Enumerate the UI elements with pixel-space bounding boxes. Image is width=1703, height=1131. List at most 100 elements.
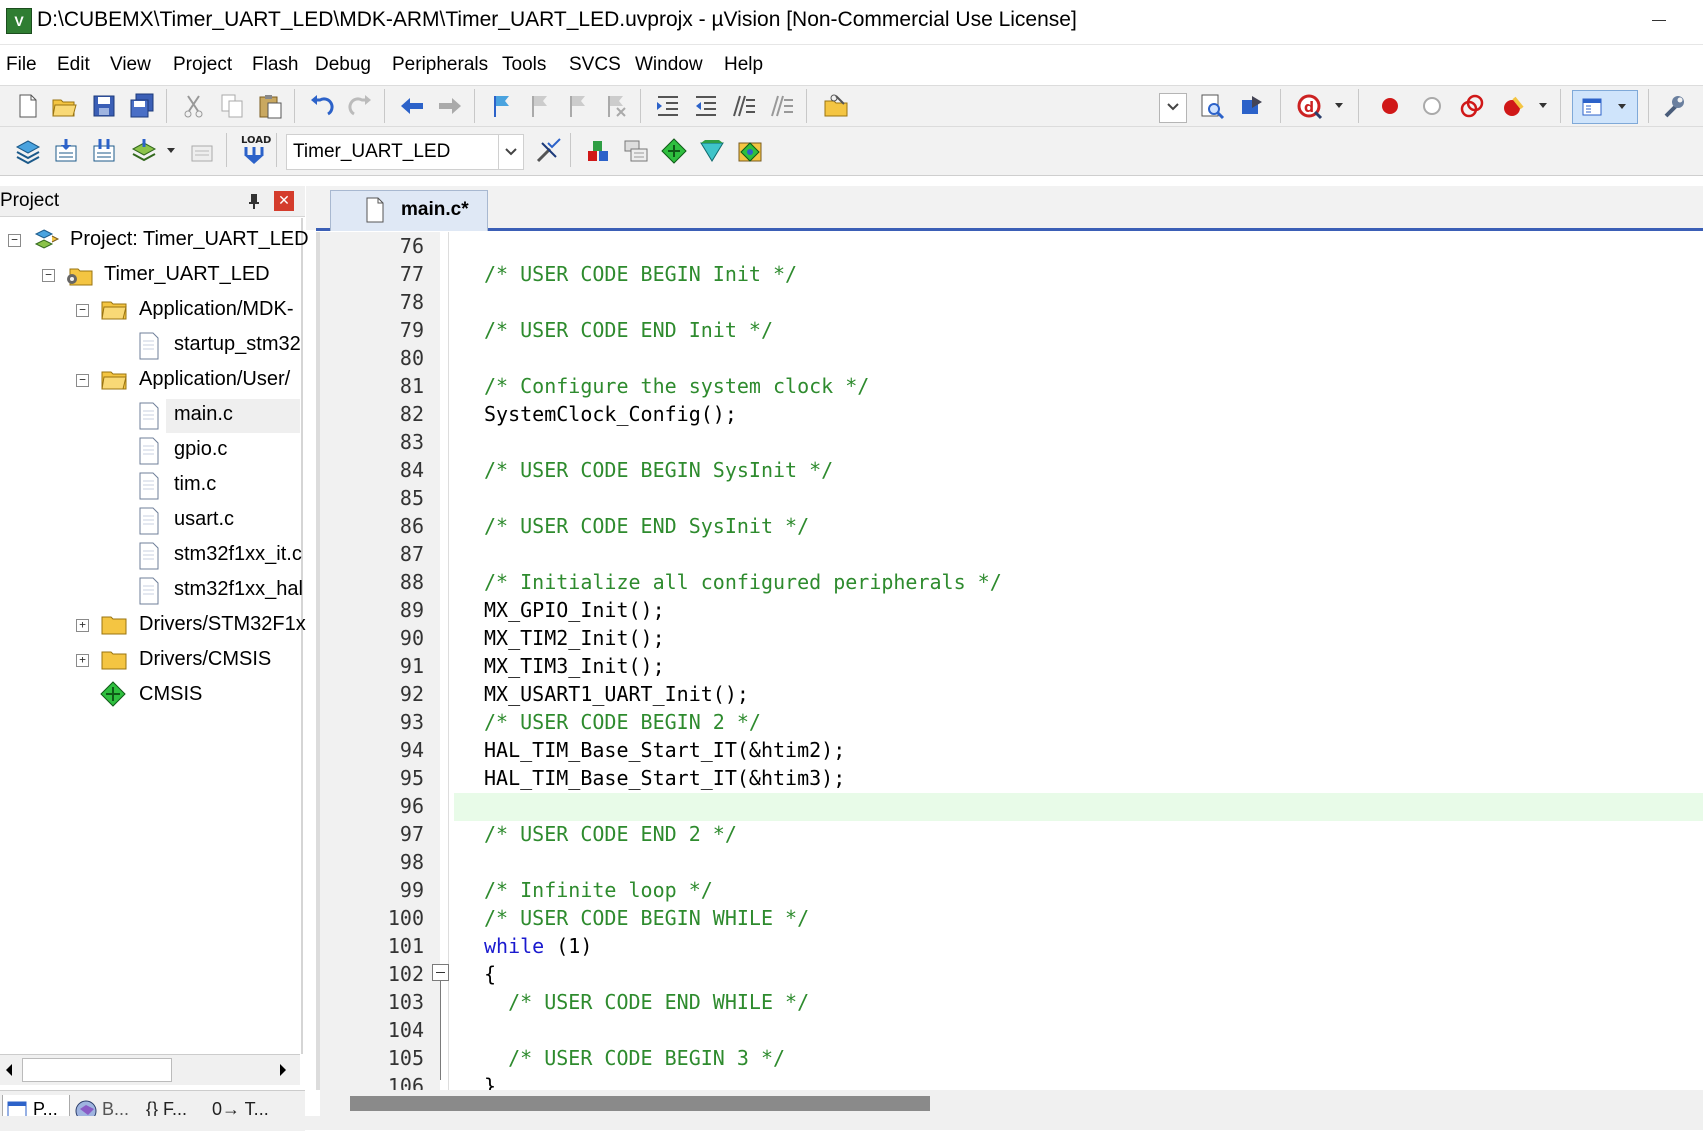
tree-file-startup[interactable]: startup_stm32	[0, 329, 301, 363]
collapse-toggle[interactable]: −	[76, 374, 89, 387]
save-all-icon[interactable]	[128, 92, 156, 120]
menu-window[interactable]: Window	[635, 54, 703, 76]
chevron-down-icon[interactable]	[1334, 102, 1344, 110]
copy-icon[interactable]	[218, 92, 246, 120]
open-file-icon[interactable]	[50, 92, 78, 120]
title-bar: V D:\CUBEMX\Timer_UART_LED\MDK-ARM\Timer…	[0, 0, 1703, 45]
rebuild-icon[interactable]	[90, 137, 118, 165]
scroll-right-arrow-icon[interactable]	[278, 1063, 288, 1077]
code-line: /* USER CODE END WHILE */	[484, 990, 810, 1014]
previous-bookmark-icon[interactable]	[526, 92, 554, 120]
close-pane-button[interactable]: ✕	[274, 191, 294, 211]
redo-icon[interactable]	[346, 92, 374, 120]
expand-toggle[interactable]: +	[76, 654, 89, 667]
clear-bookmarks-icon[interactable]	[602, 92, 630, 120]
unindent-icon[interactable]	[692, 92, 720, 120]
tree-component-cmsis[interactable]: CMSIS	[0, 679, 300, 713]
menu-peripherals[interactable]: Peripherals	[392, 54, 488, 76]
menu-help[interactable]: Help	[724, 54, 763, 76]
kill-all-breakpoints-icon[interactable]	[1500, 92, 1528, 120]
file-icon	[139, 332, 159, 360]
collapse-toggle[interactable]: −	[8, 234, 21, 247]
translate-icon[interactable]	[14, 137, 42, 165]
tree-file-stm32f1xx-it-c[interactable]: stm32f1xx_it.c	[0, 539, 302, 573]
manage-project-items-icon[interactable]	[622, 137, 650, 165]
tab-main-c[interactable]: main.c*	[330, 190, 488, 231]
navigate-back-icon[interactable]	[398, 92, 426, 120]
editor-horizontal-scrollbar[interactable]	[320, 1090, 1703, 1116]
select-target-dropdown[interactable]	[498, 135, 523, 169]
download-button[interactable]: LOAD	[240, 135, 271, 165]
find-in-files-icon[interactable]	[822, 92, 850, 120]
find-icon[interactable]	[1198, 92, 1226, 120]
tree-file-stm32f1xx-hal[interactable]: stm32f1xx_hal	[0, 574, 303, 608]
disable-all-breakpoints-icon[interactable]	[1458, 92, 1486, 120]
folder-icon	[101, 651, 127, 670]
chevron-down-icon[interactable]	[166, 147, 176, 155]
chevron-down-icon[interactable]	[1538, 102, 1548, 110]
paste-icon[interactable]	[256, 92, 284, 120]
tree-group-application-mdk[interactable]: − Application/MDK-	[0, 294, 300, 328]
chevron-down-icon	[505, 148, 517, 156]
line-number: 100	[387, 906, 424, 930]
menu-project[interactable]: Project	[173, 54, 232, 76]
start-debug-session-icon[interactable]: d	[1296, 92, 1324, 120]
file-extensions-books-icon[interactable]	[584, 137, 612, 165]
tree-item-target[interactable]: − Timer_UART_LED	[0, 259, 300, 293]
scrollbar-thumb[interactable]	[350, 1096, 930, 1111]
configuration-wrench-icon[interactable]	[1660, 92, 1688, 120]
navigate-forward-icon[interactable]	[436, 92, 464, 120]
enable-breakpoint-icon[interactable]	[1418, 92, 1446, 120]
tree-file-gpio-c[interactable]: gpio.c	[0, 434, 300, 468]
tree-group-drivers-cmsis[interactable]: + Drivers/CMSIS	[0, 644, 300, 678]
scroll-left-arrow-icon[interactable]	[4, 1063, 14, 1077]
fold-collapse-toggle[interactable]	[432, 964, 449, 981]
indent-icon[interactable]	[654, 92, 682, 120]
options-for-target-icon[interactable]	[534, 137, 562, 165]
pack-installer-icon[interactable]	[736, 137, 764, 165]
insert-breakpoint-icon[interactable]	[1376, 92, 1404, 120]
stop-build-icon[interactable]	[188, 137, 216, 165]
scrollbar-thumb[interactable]	[22, 1058, 172, 1082]
batch-build-icon[interactable]	[130, 137, 158, 165]
incremental-find-icon[interactable]	[1238, 92, 1266, 120]
toolbar-separator	[474, 89, 475, 123]
tree-file-tim-c[interactable]: tim.c	[0, 469, 300, 503]
uncomment-selection-icon[interactable]	[768, 92, 796, 120]
menu-debug[interactable]: Debug	[315, 54, 371, 76]
next-bookmark-icon[interactable]	[564, 92, 592, 120]
tree-item-project-root[interactable]: − Project: Timer_UART_LED	[0, 224, 309, 258]
new-file-icon[interactable]	[14, 92, 42, 120]
save-icon[interactable]	[90, 92, 118, 120]
line-number: 91	[399, 654, 424, 678]
tree-file-usart-c[interactable]: usart.c	[0, 504, 300, 538]
cut-icon[interactable]	[180, 92, 208, 120]
collapse-toggle[interactable]: −	[42, 269, 55, 282]
project-horizontal-scrollbar[interactable]	[0, 1054, 300, 1085]
tree-group-drivers-stm32[interactable]: + Drivers/STM32F1x	[0, 609, 306, 643]
undo-icon[interactable]	[308, 92, 336, 120]
tree-file-main-c[interactable]: main.c	[0, 399, 300, 433]
minimize-button[interactable]	[1636, 2, 1684, 38]
tree-group-application-user[interactable]: − Application/User/	[0, 364, 300, 398]
window-layout-button[interactable]	[1572, 90, 1638, 124]
tree-label: Drivers/CMSIS	[139, 648, 272, 670]
code-line: HAL_TIM_Base_Start_IT(&htim2);	[484, 738, 846, 762]
file-icon	[139, 542, 159, 570]
menu-svcs[interactable]: SVCS	[569, 54, 621, 76]
menu-tools[interactable]: Tools	[502, 54, 546, 76]
select-target-combo[interactable]: Timer_UART_LED	[286, 134, 524, 170]
comment-selection-icon[interactable]	[730, 92, 758, 120]
select-software-packs-icon[interactable]	[698, 137, 726, 165]
menu-file[interactable]: File	[6, 54, 37, 76]
manage-run-time-environment-icon[interactable]	[660, 137, 688, 165]
menu-view[interactable]: View	[110, 54, 151, 76]
build-icon[interactable]	[52, 137, 80, 165]
menu-edit[interactable]: Edit	[57, 54, 90, 76]
expand-toggle[interactable]: +	[76, 619, 89, 632]
collapse-toggle[interactable]: −	[76, 304, 89, 317]
pin-icon[interactable]	[246, 192, 262, 210]
menu-flash[interactable]: Flash	[252, 54, 298, 76]
find-combo-dropdown[interactable]	[1159, 93, 1187, 123]
insert-bookmark-icon[interactable]	[488, 92, 516, 120]
